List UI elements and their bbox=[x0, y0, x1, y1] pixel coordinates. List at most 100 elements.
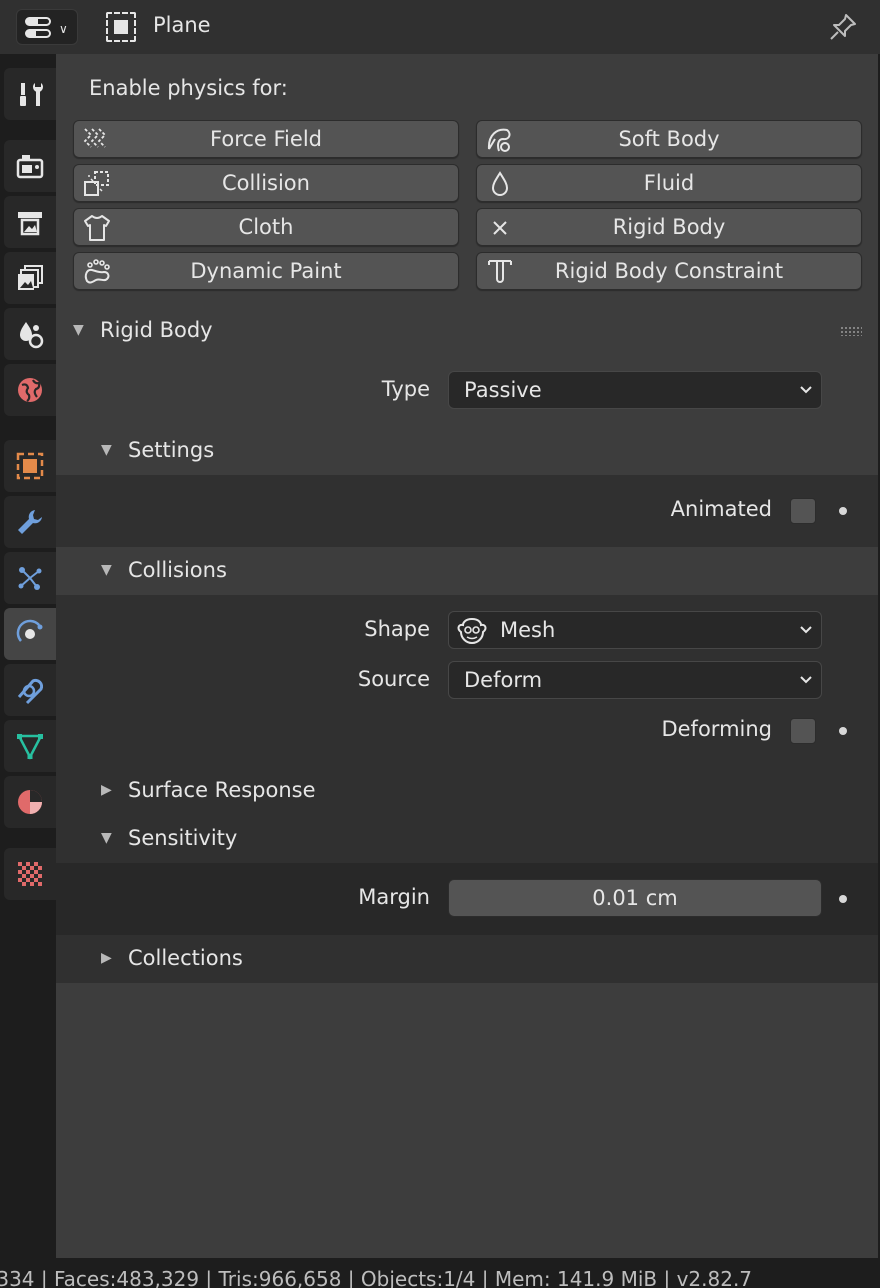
expand-triangle-icon: ▼ bbox=[101, 562, 112, 578]
rigid-body-button[interactable]: Rigid Body bbox=[476, 208, 862, 246]
collisions-subpanel-header[interactable]: ▼ Collisions bbox=[56, 547, 878, 595]
collections-title: Collections bbox=[128, 946, 243, 970]
collision-button[interactable]: Collision bbox=[73, 164, 459, 202]
collisions-title: Collisions bbox=[128, 558, 227, 582]
particles-icon bbox=[18, 567, 42, 590]
soft-body-icon bbox=[487, 128, 511, 152]
editor-type-dropdown[interactable]: ∨ bbox=[16, 9, 78, 45]
render-icon bbox=[16, 155, 44, 179]
enable-physics-label: Enable physics for: bbox=[89, 76, 288, 100]
tab-material[interactable] bbox=[4, 776, 56, 828]
object-name: Plane bbox=[153, 13, 211, 37]
surface-response-subpanel-header[interactable]: ▶ Surface Response bbox=[56, 767, 878, 815]
physics-icon bbox=[16, 619, 43, 642]
view-layer-icon bbox=[18, 265, 43, 290]
collections-subpanel-header[interactable]: ▶ Collections bbox=[56, 935, 878, 983]
dynamic-paint-label: Dynamic Paint bbox=[190, 259, 342, 283]
type-value: Passive bbox=[464, 378, 542, 402]
tab-modifiers[interactable] bbox=[4, 496, 56, 548]
cloth-icon bbox=[84, 215, 110, 241]
rigid-body-constraint-button[interactable]: Rigid Body Constraint bbox=[476, 252, 862, 290]
tab-texture[interactable] bbox=[4, 848, 56, 900]
dynamic-paint-button[interactable]: Dynamic Paint bbox=[73, 252, 459, 290]
status-bar: ,334 | Faces:483,329 | Tris:966,658 | Ob… bbox=[0, 1258, 880, 1288]
dynamic-paint-icon bbox=[84, 259, 110, 284]
soft-body-label: Soft Body bbox=[618, 127, 720, 151]
chevron-down-icon bbox=[800, 676, 812, 684]
tab-constraints[interactable] bbox=[4, 664, 56, 716]
texture-icon bbox=[18, 862, 42, 886]
constraints-icon bbox=[17, 678, 44, 705]
tab-world[interactable] bbox=[4, 364, 56, 416]
tab-view-layer[interactable] bbox=[4, 252, 56, 304]
material-icon bbox=[18, 790, 42, 814]
source-value: Deform bbox=[464, 668, 543, 692]
settings-subpanel-header[interactable]: ▼ Settings bbox=[56, 427, 878, 475]
rigid-body-label: Rigid Body bbox=[612, 215, 726, 239]
tool-icon bbox=[20, 83, 43, 106]
rigid-body-panel-header[interactable]: ▼ Rigid Body bbox=[56, 307, 878, 355]
rigid-body-panel-title: Rigid Body bbox=[100, 318, 213, 342]
output-icon bbox=[18, 212, 42, 236]
sensitivity-title: Sensitivity bbox=[128, 826, 238, 850]
chevron-down-icon bbox=[800, 626, 812, 634]
world-icon bbox=[18, 378, 42, 402]
pin-icon[interactable] bbox=[828, 12, 858, 42]
collision-icon bbox=[84, 171, 109, 196]
tab-output[interactable] bbox=[4, 196, 56, 248]
force-field-icon bbox=[83, 128, 107, 148]
shape-label: Shape bbox=[364, 617, 430, 641]
chevron-down-icon: ∨ bbox=[59, 22, 68, 36]
deforming-checkbox[interactable] bbox=[790, 718, 816, 744]
fluid-button[interactable]: Fluid bbox=[476, 164, 862, 202]
tab-physics[interactable] bbox=[4, 608, 56, 660]
tab-render[interactable] bbox=[4, 140, 56, 192]
keyframe-dot-icon[interactable] bbox=[839, 727, 847, 735]
rigid-body-constraint-label: Rigid Body Constraint bbox=[554, 259, 784, 283]
cloth-label: Cloth bbox=[238, 215, 294, 239]
chevron-down-icon bbox=[800, 386, 812, 394]
collision-label: Collision bbox=[222, 171, 310, 195]
expand-triangle-icon: ▼ bbox=[101, 830, 112, 846]
force-field-button[interactable]: Force Field bbox=[73, 120, 459, 158]
physics-properties-panel: Enable physics for: Force Field Soft Bod… bbox=[56, 54, 878, 1258]
object-icon bbox=[106, 12, 136, 42]
source-label: Source bbox=[357, 667, 430, 691]
animated-label: Animated bbox=[670, 497, 772, 521]
force-field-label: Force Field bbox=[210, 127, 322, 151]
shape-dropdown[interactable]: Mesh bbox=[448, 611, 822, 649]
tab-object[interactable] bbox=[4, 440, 56, 492]
close-icon bbox=[493, 221, 507, 235]
tab-data[interactable] bbox=[4, 720, 56, 772]
soft-body-button[interactable]: Soft Body bbox=[476, 120, 862, 158]
type-label: Type bbox=[381, 377, 430, 401]
tab-tool[interactable] bbox=[4, 68, 56, 120]
drag-handle-icon[interactable] bbox=[840, 326, 862, 336]
collapsed-triangle-icon: ▶ bbox=[101, 950, 112, 966]
collapsed-triangle-icon: ▶ bbox=[101, 782, 112, 798]
type-dropdown[interactable]: Passive bbox=[448, 371, 822, 409]
object-icon bbox=[16, 452, 44, 480]
animated-checkbox[interactable] bbox=[790, 498, 816, 524]
tab-scene[interactable] bbox=[4, 308, 56, 360]
cloth-button[interactable]: Cloth bbox=[73, 208, 459, 246]
keyframe-dot-icon[interactable] bbox=[839, 507, 847, 515]
sensitivity-subpanel-header[interactable]: ▼ Sensitivity bbox=[56, 815, 878, 863]
rigid-body-constraint-icon bbox=[488, 260, 512, 283]
margin-label: Margin bbox=[358, 885, 430, 909]
properties-editor-icon bbox=[25, 17, 51, 39]
tab-particles[interactable] bbox=[4, 552, 56, 604]
shape-value: Mesh bbox=[500, 618, 556, 642]
deforming-label: Deforming bbox=[661, 717, 772, 741]
keyframe-dot-icon[interactable] bbox=[839, 895, 847, 903]
wrench-icon bbox=[18, 510, 42, 534]
scene-icon bbox=[20, 322, 44, 349]
margin-field[interactable]: 0.01 cm bbox=[448, 879, 822, 917]
source-dropdown[interactable]: Deform bbox=[448, 661, 822, 699]
properties-header: ∨ Plane bbox=[0, 0, 880, 54]
mesh-data-icon bbox=[16, 734, 44, 760]
fluid-label: Fluid bbox=[643, 171, 695, 195]
expand-triangle-icon: ▼ bbox=[73, 322, 84, 338]
properties-tabs bbox=[0, 54, 56, 1258]
settings-title: Settings bbox=[128, 438, 215, 462]
